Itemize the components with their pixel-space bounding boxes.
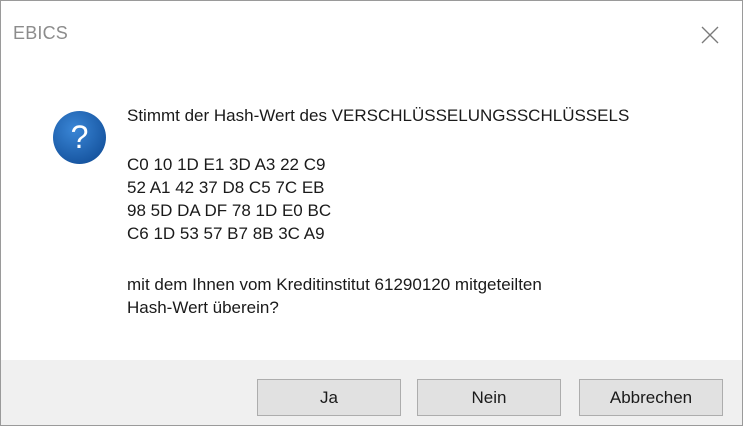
cancel-button[interactable]: Abbrechen xyxy=(579,379,723,416)
closing-text: mit dem Ihnen vom Kreditinstitut 6129012… xyxy=(127,275,542,294)
closing-text: Hash-Wert überein? xyxy=(127,298,279,317)
button-bar: Ja Nein Abbrechen xyxy=(1,360,742,425)
yes-button[interactable]: Ja xyxy=(257,379,401,416)
hash-line: 98 5D DA DF 78 1D E0 BC xyxy=(127,201,332,220)
svg-text:?: ? xyxy=(71,119,89,155)
question-icon: ? xyxy=(52,110,107,165)
message-dialog: EBICS ? Stimmt der Hash-Wert des VERSCHL… xyxy=(0,0,743,426)
dialog-content: ? Stimmt der Hash-Wert des VERSCHLÜSSELU… xyxy=(1,67,742,360)
hash-line: 52 A1 42 37 D8 C5 7C EB xyxy=(127,178,325,197)
no-button[interactable]: Nein xyxy=(417,379,561,416)
question-text: Stimmt der Hash-Wert des VERSCHLÜSSELUNG… xyxy=(127,106,630,125)
close-icon xyxy=(701,26,719,44)
window-title: EBICS xyxy=(13,23,69,43)
hash-line: C6 1D 53 57 B7 8B 3C A9 xyxy=(127,224,325,243)
close-button[interactable] xyxy=(687,15,733,55)
title-bar: EBICS xyxy=(1,1,742,67)
hash-line: C0 10 1D E1 3D A3 22 C9 xyxy=(127,155,326,174)
